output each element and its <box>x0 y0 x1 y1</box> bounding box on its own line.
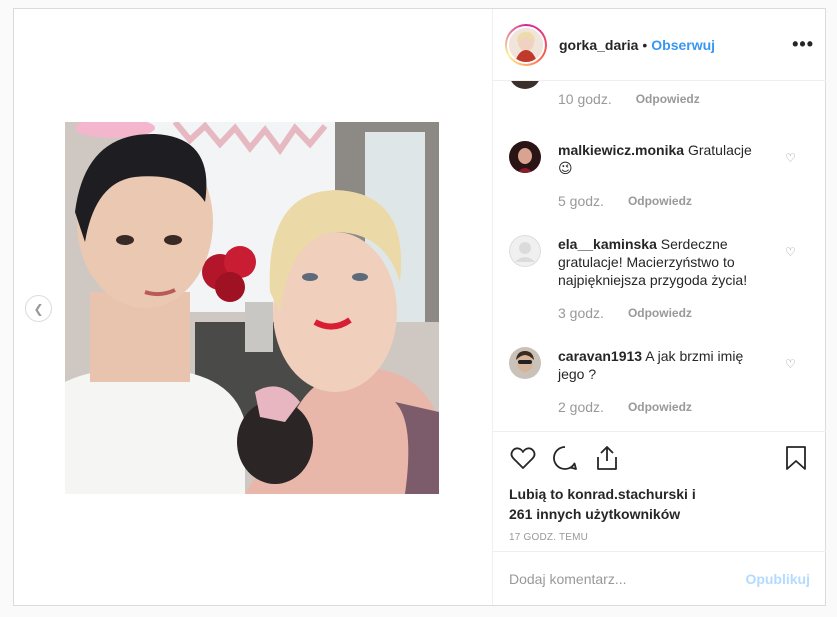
comment-text: Gratulacje <box>687 142 752 158</box>
comment-meta: 5 godz. Odpowiedz <box>558 193 692 209</box>
reply-button[interactable]: Odpowiedz <box>628 399 692 415</box>
previous-post-arrow[interactable]: ❮ <box>25 295 52 322</box>
wink-emoji: 😉 <box>558 160 573 176</box>
like-comment-heart-icon[interactable]: ♡ <box>785 357 799 371</box>
comment-username[interactable]: ela__kaminska <box>558 236 657 252</box>
author-avatar[interactable] <box>505 23 547 66</box>
like-comment-heart-icon[interactable]: ♡ <box>785 245 799 259</box>
share-icon[interactable] <box>593 444 621 472</box>
post-photo-illustration <box>65 122 439 494</box>
comment-input[interactable] <box>509 570 746 587</box>
comment-username[interactable]: caravan1913 <box>558 348 642 364</box>
reply-button[interactable]: Odpowiedz <box>628 305 692 321</box>
post-photo[interactable] <box>65 122 439 494</box>
like-comment-heart-icon[interactable]: ♡ <box>785 151 799 165</box>
default-avatar-icon <box>509 235 541 267</box>
comment-composer: Opublikuj <box>493 551 826 605</box>
comment-bubble-icon[interactable] <box>551 444 579 472</box>
comment-time: 3 godz. <box>558 305 604 321</box>
author-username[interactable]: gorka_daria <box>559 37 638 53</box>
post-actions: Lubią to konrad.stachurski i 261 innych … <box>493 431 826 543</box>
publish-button[interactable]: Opublikuj <box>745 571 810 587</box>
comment-meta: 2 godz. Odpowiedz <box>558 399 692 415</box>
comment-body: caravan1913 A jak brzmi imię jego ? <box>558 347 768 383</box>
commenter-avatar-image <box>509 347 541 379</box>
post-dialog: ❮ gorka_daria • Obserwuj ••• 10 godz. Od… <box>13 8 826 606</box>
more-options-icon[interactable]: ••• <box>792 34 814 55</box>
comment-body: malkiewicz.monika Gratulacje 😉 <box>558 141 768 177</box>
header-separator: • <box>642 36 648 53</box>
comment-body: ela__kaminska Serdeczne gratulacje! Maci… <box>558 235 768 289</box>
comment-meta: 3 godz. Odpowiedz <box>558 305 692 321</box>
likes-summary[interactable]: Lubią to konrad.stachurski i 261 innych … <box>509 484 810 524</box>
likes-line-1: Lubią to konrad.stachurski i <box>509 486 696 502</box>
comment-time: 10 godz. <box>558 91 612 107</box>
follow-button[interactable]: Obserwuj <box>651 37 715 53</box>
commenter-avatar[interactable] <box>509 141 541 173</box>
author-avatar-image <box>509 27 543 62</box>
post-header: gorka_daria • Obserwuj ••• <box>493 9 826 81</box>
post-timestamp[interactable]: 17 GODZ. TEMU <box>509 532 810 543</box>
bookmark-icon[interactable] <box>782 444 810 472</box>
chevron-left-icon: ❮ <box>33 301 44 316</box>
commenter-avatar[interactable] <box>509 81 541 89</box>
commenter-avatar[interactable] <box>509 235 541 267</box>
action-icons-row <box>509 432 810 484</box>
comment-time: 5 godz. <box>558 193 604 209</box>
heart-icon[interactable] <box>509 444 537 472</box>
commenter-avatar-image <box>509 141 541 173</box>
comments-list[interactable]: 10 godz. Odpowiedz malkiewicz.monika Gra… <box>493 81 826 431</box>
likes-line-2: 261 innych użytkowników <box>509 506 681 522</box>
media-pane: ❮ <box>14 9 492 605</box>
post-sidebar: gorka_daria • Obserwuj ••• 10 godz. Odpo… <box>492 9 826 605</box>
commenter-avatar[interactable] <box>509 347 541 379</box>
reply-button[interactable]: Odpowiedz <box>636 91 700 107</box>
comment-meta: 10 godz. Odpowiedz <box>558 91 700 107</box>
comment-time: 2 godz. <box>558 399 604 415</box>
reply-button[interactable]: Odpowiedz <box>628 193 692 209</box>
comment-username[interactable]: malkiewicz.monika <box>558 142 684 158</box>
